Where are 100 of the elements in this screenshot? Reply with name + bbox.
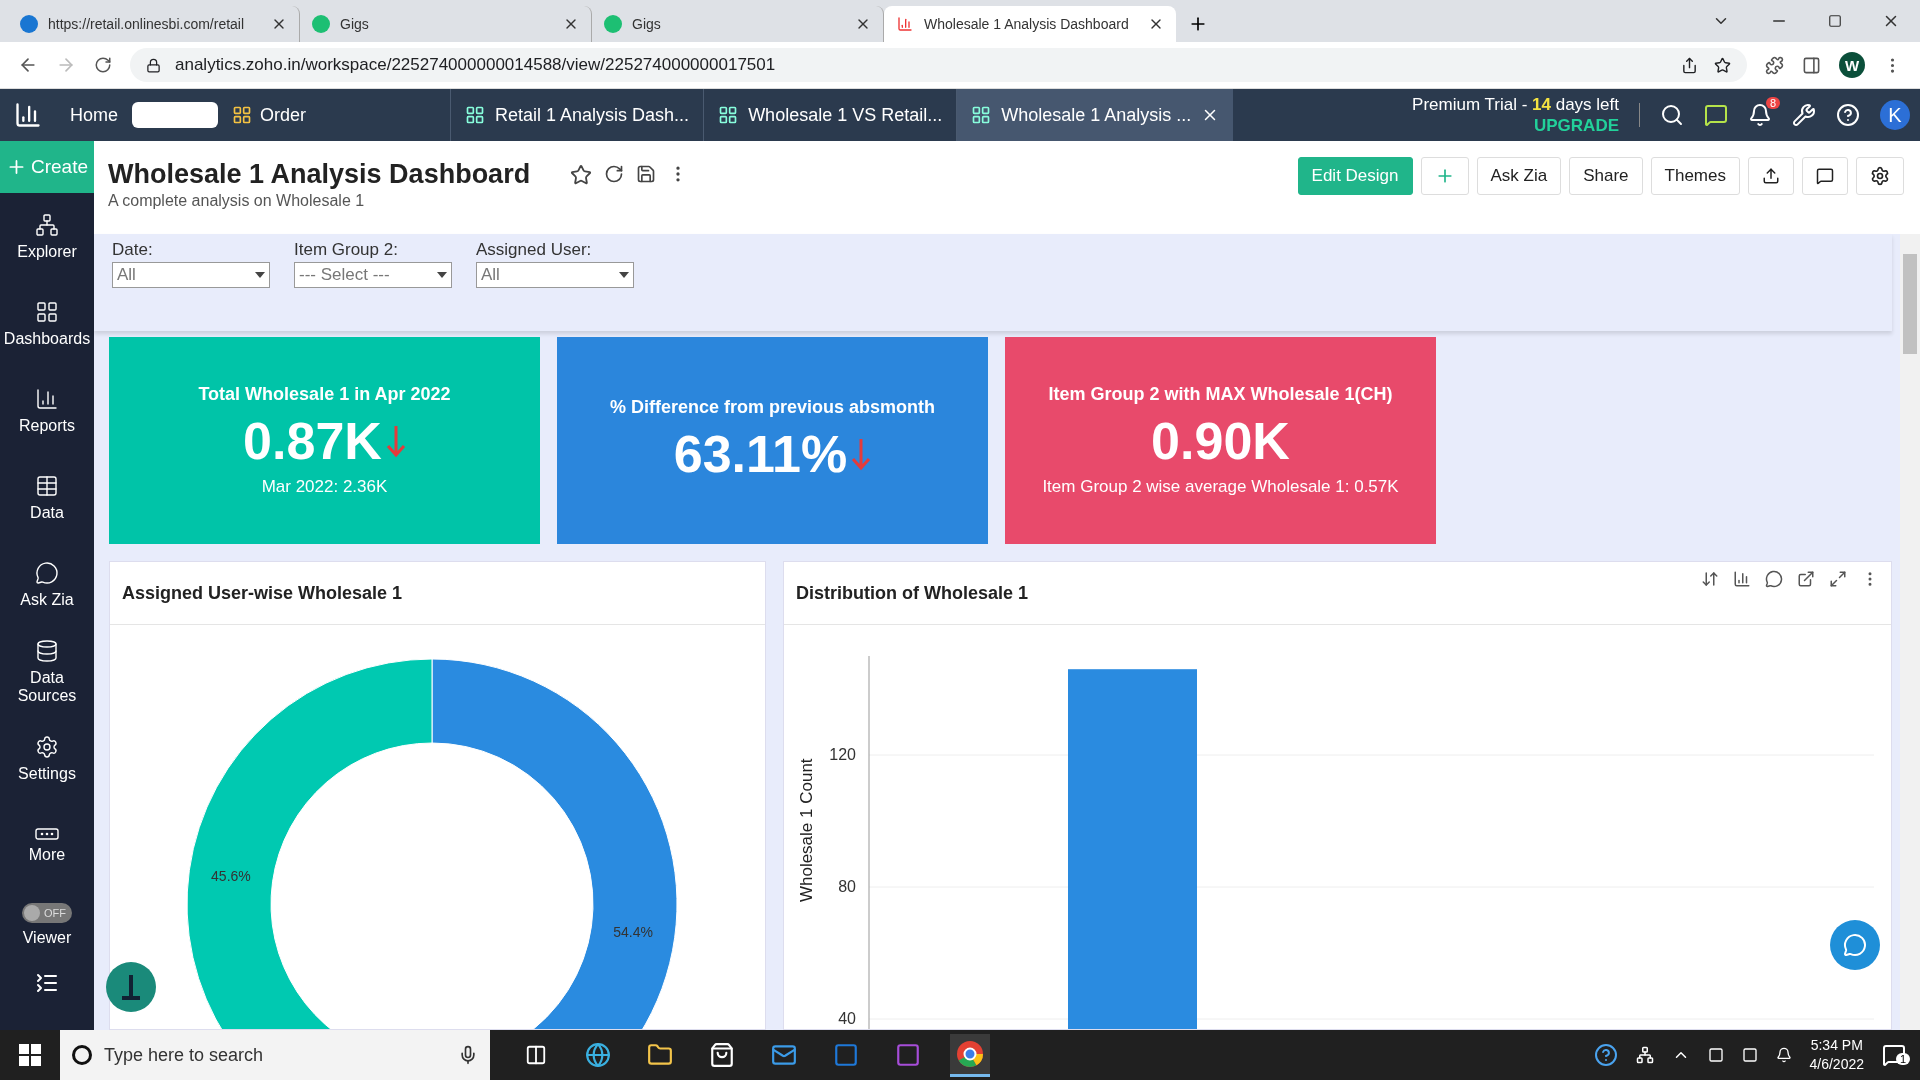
kpi-subtext: Mar 2022: 2.36K [261,477,388,497]
scrollbar-thumb[interactable] [1903,254,1917,354]
favicon-icon [312,15,330,33]
dashboard-tab[interactable]: Wholesale 1 Analysis ... [956,89,1234,141]
search-icon[interactable] [1660,103,1684,127]
data-icon [35,473,59,498]
kpi-title: Item Group 2 with MAX Wholesale 1(CH) [1048,384,1393,405]
kpi-value: 0.90K [1151,411,1290,471]
expand-icon[interactable] [1829,570,1847,588]
order-link[interactable]: Order [218,104,321,126]
browser-tab[interactable]: Wholesale 1 Analysis Dashboard [884,6,1176,42]
sidebar-item[interactable]: More [0,802,94,889]
collapse-icon[interactable] [35,971,59,995]
extensions-icon[interactable] [1765,55,1784,75]
chart-type-icon[interactable] [1733,570,1751,588]
reload-icon[interactable] [94,56,112,74]
sidebar-item[interactable]: Explorer [0,193,94,280]
export-icon [1762,167,1780,185]
scrollbar-track[interactable] [1900,234,1920,1030]
filter-label: Date: [112,240,154,260]
filter-dropdown[interactable]: All [476,262,634,288]
star-icon[interactable] [1714,56,1731,74]
sidebar-item[interactable]: Reports [0,367,94,454]
globe-icon[interactable] [585,1042,611,1068]
axis-tick-label: 80 [838,878,856,895]
profile-avatar[interactable]: W [1839,52,1865,78]
axis-tick-label: 40 [838,1010,856,1027]
sort-icon[interactable] [1701,570,1719,588]
tools-icon[interactable] [1792,103,1816,127]
save-icon[interactable] [636,163,657,184]
kpi-title: % Difference from previous absmonth [609,397,936,418]
kpi-subtext: Item Group 2 wise average Wholesale 1: 0.57K [1042,477,1399,497]
sidebar-item[interactable]: Dashboards [0,280,94,367]
export-button[interactable] [1748,157,1794,195]
dropdown-arrow-icon [437,272,447,278]
address-bar[interactable]: analytics.zoho.in/workspace/225274000000014588/view/225274000000017501 [130,48,1747,82]
sidebar-item[interactable]: Data Sources [0,628,94,715]
lock-icon [146,57,161,73]
mail-icon[interactable] [771,1042,797,1068]
taskbar-search[interactable]: Type here to search [60,1030,490,1080]
dashboard-icon [718,105,739,125]
folder-icon[interactable] [647,1042,673,1068]
sidebar-item[interactable]: Ask Zia [0,541,94,628]
chart-title: Assigned User-wise Wholesale 1 [122,582,403,604]
bag-icon[interactable] [709,1042,735,1068]
comment-button[interactable] [1802,157,1848,195]
explorer-icon [35,212,59,237]
chat-icon[interactable] [1704,103,1728,127]
notification-badge: 8 [1765,97,1780,109]
share-icon[interactable] [1681,56,1698,74]
settings-button[interactable] [1856,157,1904,195]
toolbar-button[interactable]: Share [1569,157,1643,195]
notification-center-icon[interactable] [1882,1043,1906,1067]
square-app-icon[interactable] [895,1042,921,1068]
viewer-label: Viewer [22,929,72,947]
mic-icon[interactable] [458,1045,478,1065]
star-icon[interactable] [570,163,593,186]
filter-dropdown[interactable]: --- Select --- [294,262,452,288]
square-app-icon[interactable] [833,1042,859,1068]
dashboard-icon [971,105,992,125]
chrome-icon[interactable] [956,1039,984,1068]
filter-dropdown[interactable]: All [112,262,270,288]
kpi-value: 63.11% [673,424,848,484]
reports-icon [35,386,59,411]
favicon-icon [604,15,622,33]
dropdown-arrow-icon [255,272,265,278]
sidebar-item[interactable]: Settings [0,715,94,802]
notification-icon[interactable] [1748,103,1772,127]
filter-label: Item Group 2: [294,240,399,260]
comment-icon [1816,167,1834,185]
clock[interactable]: 5:34 PM 4/6/2022 [1809,1036,1864,1074]
user-avatar[interactable]: K [1880,100,1910,130]
upgrade-link[interactable]: UPGRADE [1534,115,1619,136]
open-icon[interactable] [1797,570,1815,588]
task-view-icon[interactable] [525,1044,547,1066]
kpi-title: Total Wholesale 1 in Apr 2022 [198,384,451,405]
maximize-icon[interactable] [1828,14,1842,28]
sidebar-item[interactable]: Data [0,454,94,541]
side-panel-icon[interactable] [1802,55,1821,75]
slice-label: 45.6% [211,868,251,885]
sources-icon [35,638,59,663]
more-icon [35,827,59,840]
search-icon [72,1045,92,1065]
dropdown-arrow-icon [619,272,629,278]
help-icon[interactable] [1593,1043,1618,1067]
toolbar-button[interactable]: Ask Zia [1476,157,1562,195]
notification-count: 1 [1895,1053,1910,1065]
refresh-icon[interactable] [604,163,625,184]
windows-logo-icon[interactable] [19,1044,41,1066]
toolbar-button[interactable]: Themes [1650,157,1740,195]
settings-icon [35,734,59,759]
axis-tick-label: 120 [829,746,856,763]
slice-label: 54.4% [613,923,653,940]
filter-label: Assigned User: [476,240,593,260]
axis-title: Wholesale 1 Count [797,758,816,903]
logo-icon[interactable] [14,101,42,129]
dashboards-icon [35,299,59,324]
trial-text: Premium Trial - 14 days left [1412,94,1619,115]
home-link[interactable]: Home [56,104,132,126]
favicon-icon [20,15,38,33]
